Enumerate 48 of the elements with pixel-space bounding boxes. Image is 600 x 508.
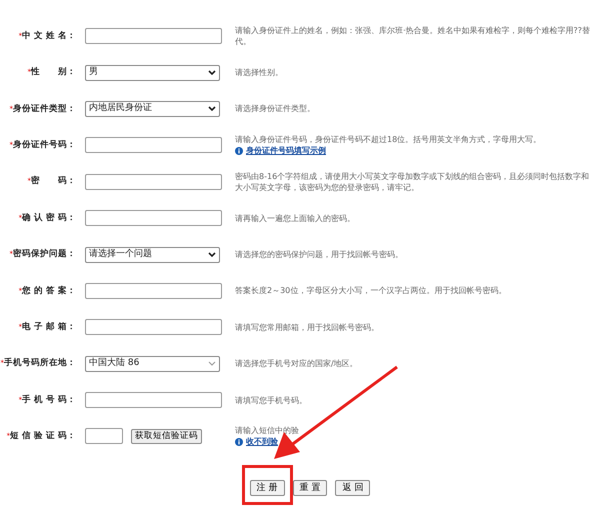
hint-text: 请选择性别。 [235, 67, 284, 78]
input-field[interactable] [85, 137, 222, 154]
hint-text: 请填写您常用邮箱，用于找回帐号密码。 [235, 322, 380, 333]
input-field[interactable] [85, 319, 222, 336]
field-label: 身份证件类型： [13, 102, 76, 116]
input-field[interactable] [85, 392, 222, 408]
field-label: 中 文 姓 名： [22, 30, 76, 43]
dropdown[interactable]: 中国大陆 86 [85, 356, 220, 372]
hint-text: 请输入身份证件号码，身份证件号码不超过18位。括号用英文半角方式，字母用大写。 [235, 134, 542, 146]
hint-text: 请输入短信中的验 [235, 425, 300, 436]
hint-text: 请选择身份证件类型。 [235, 103, 316, 114]
chevron-icon [208, 252, 216, 258]
field-label: 身份证件号码： [13, 138, 76, 152]
form-button[interactable]: 注 册 [250, 480, 285, 496]
hint-text: 请选择您手机号对应的国家/地区。 [235, 358, 359, 370]
help-link[interactable]: 收不到验 [246, 436, 278, 448]
input-field[interactable] [85, 174, 222, 190]
field-label: 电 子 邮 箱： [22, 320, 76, 334]
field-label: 您 的 答 案： [22, 284, 76, 298]
get-code-button[interactable]: 获取短信验证码 [131, 428, 202, 444]
field-label: 密码保护问题： [13, 248, 76, 261]
input-field[interactable] [85, 28, 222, 44]
form-button[interactable]: 重 置 [292, 480, 328, 496]
input-field[interactable] [85, 428, 123, 444]
dropdown[interactable]: 男 [85, 64, 220, 81]
field-label: 性 别： [31, 66, 76, 79]
hint-text: 密码由8-16个字符组成，请使用大小写英文字母加数字或下划线的组合密码，且必须同时包括数字和大小写英文字母，该密码为您的登录密码，请牢记。 [235, 170, 590, 193]
dropdown[interactable]: 内地居民身份证 [85, 100, 220, 117]
dropdown[interactable]: 请选择一个问题 [85, 246, 220, 263]
hint-text: 请选择您的密码保护问题，用于找回帐号密码。 [235, 249, 404, 260]
input-field[interactable] [85, 282, 222, 299]
hint-text: 请输入身份证件上的姓名，例如：张强、库尔班·热合曼。姓名中如果有难检字，则每个难检字用??替代。 [235, 25, 592, 48]
info-icon [235, 438, 243, 446]
field-label: 手机号码所在地： [4, 357, 76, 370]
chevron-icon [208, 106, 216, 112]
field-label: 确 认 密 码： [22, 212, 76, 225]
info-icon [235, 146, 243, 155]
field-label: 短 信 验 证 码： [10, 430, 76, 443]
field-label: 手 机 号 码： [22, 394, 76, 406]
hint-text: 请填写您手机号码。 [235, 394, 308, 406]
input-field[interactable] [85, 210, 222, 226]
hint-text: 答案长度2～30位，字母区分大小写，一个汉字占两位。用于找回帐号密码。 [235, 285, 508, 296]
form-button[interactable]: 返 回 [335, 480, 370, 496]
help-link[interactable]: 身份证件号码填写示例 [246, 145, 326, 156]
chevron-icon [208, 70, 216, 76]
chevron-icon [208, 361, 216, 366]
field-label: 密 码： [31, 175, 76, 188]
hint-text: 请再输入一遍您上面输入的密码。 [235, 212, 356, 224]
